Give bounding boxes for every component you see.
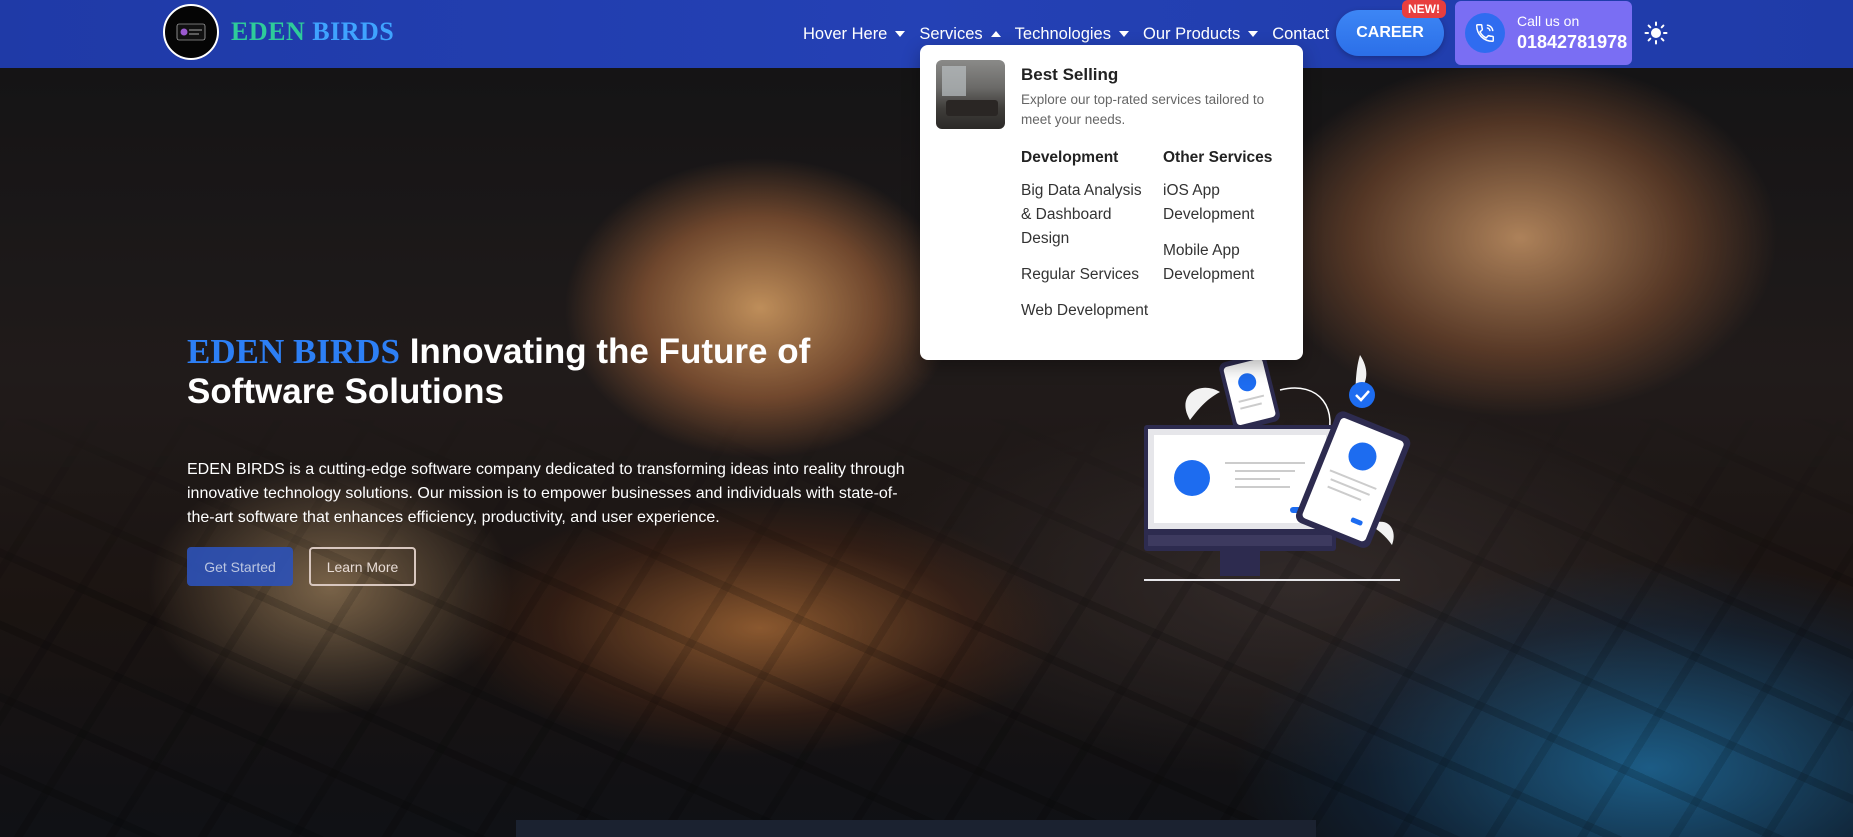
development-column: Development Big Data Analysis & Dashboar… xyxy=(1021,149,1156,335)
development-heading: Development xyxy=(1021,149,1119,166)
devices-illustration xyxy=(1130,350,1430,595)
get-started-button[interactable]: Get Started xyxy=(187,547,293,586)
chevron-up-icon xyxy=(990,31,1001,37)
link-big-data-analysis[interactable]: Big Data Analysis & Dashboard Design xyxy=(1021,179,1156,251)
link-ios-app-development[interactable]: iOS App Development xyxy=(1163,179,1293,227)
link-mobile-app-development[interactable]: Mobile App Development xyxy=(1163,239,1293,287)
nav-item-contact[interactable]: Contact xyxy=(1272,25,1329,44)
nav-item-our-products[interactable]: Our Products xyxy=(1142,24,1259,44)
link-regular-services[interactable]: Regular Services xyxy=(1021,263,1156,287)
chevron-down-icon xyxy=(895,31,906,37)
call-number[interactable]: 01842781978 xyxy=(1517,32,1627,53)
best-selling-thumbnail xyxy=(936,60,1005,129)
new-badge: NEW! xyxy=(1402,0,1446,18)
other-services-column: Other Services iOS App Development Mobil… xyxy=(1163,149,1293,299)
brand-part-2: BIRDS xyxy=(312,17,395,46)
logo[interactable]: EDEN BIRDS xyxy=(163,4,394,60)
nav-item-services[interactable]: Services xyxy=(919,24,1001,44)
nav-label: Services xyxy=(919,24,983,43)
sun-icon[interactable] xyxy=(1644,21,1668,45)
nav-label: Technologies xyxy=(1014,24,1111,43)
chevron-down-icon xyxy=(1248,31,1259,37)
chevron-down-icon xyxy=(1118,31,1129,37)
logo-icon[interactable] xyxy=(163,4,219,60)
learn-more-button[interactable]: Learn More xyxy=(309,547,416,586)
hero-title-highlight: EDEN BIRDS xyxy=(187,332,400,371)
services-dropdown: Best Selling Explore our top-rated servi… xyxy=(920,45,1303,360)
nav-item-technologies[interactable]: Technologies xyxy=(1015,25,1129,44)
call-us-box[interactable]: Call us on 01842781978 xyxy=(1455,1,1632,65)
phone-icon xyxy=(1465,13,1505,53)
link-web-development[interactable]: Web Development xyxy=(1021,299,1156,323)
nav-label: Our Products xyxy=(1142,24,1241,43)
dropdown-subtitle: Explore our top-rated services tailored … xyxy=(1021,92,1265,127)
brand-part-1: EDEN xyxy=(231,17,306,46)
call-label: Call us on xyxy=(1517,13,1580,29)
nav-label: Hover Here xyxy=(803,24,888,43)
nav-item-hover-here[interactable]: Hover Here xyxy=(803,24,906,44)
hero-description: EDEN BIRDS is a cutting-edge software co… xyxy=(187,461,905,526)
brand-name[interactable]: EDEN BIRDS xyxy=(231,17,394,47)
nav-label: Contact xyxy=(1272,24,1330,43)
hero-title: EDEN BIRDS Innovating the Future of Soft… xyxy=(187,332,827,412)
dropdown-title: Best Selling xyxy=(1021,65,1119,84)
bottom-section-edge xyxy=(516,820,1316,837)
other-services-heading: Other Services xyxy=(1163,149,1273,166)
